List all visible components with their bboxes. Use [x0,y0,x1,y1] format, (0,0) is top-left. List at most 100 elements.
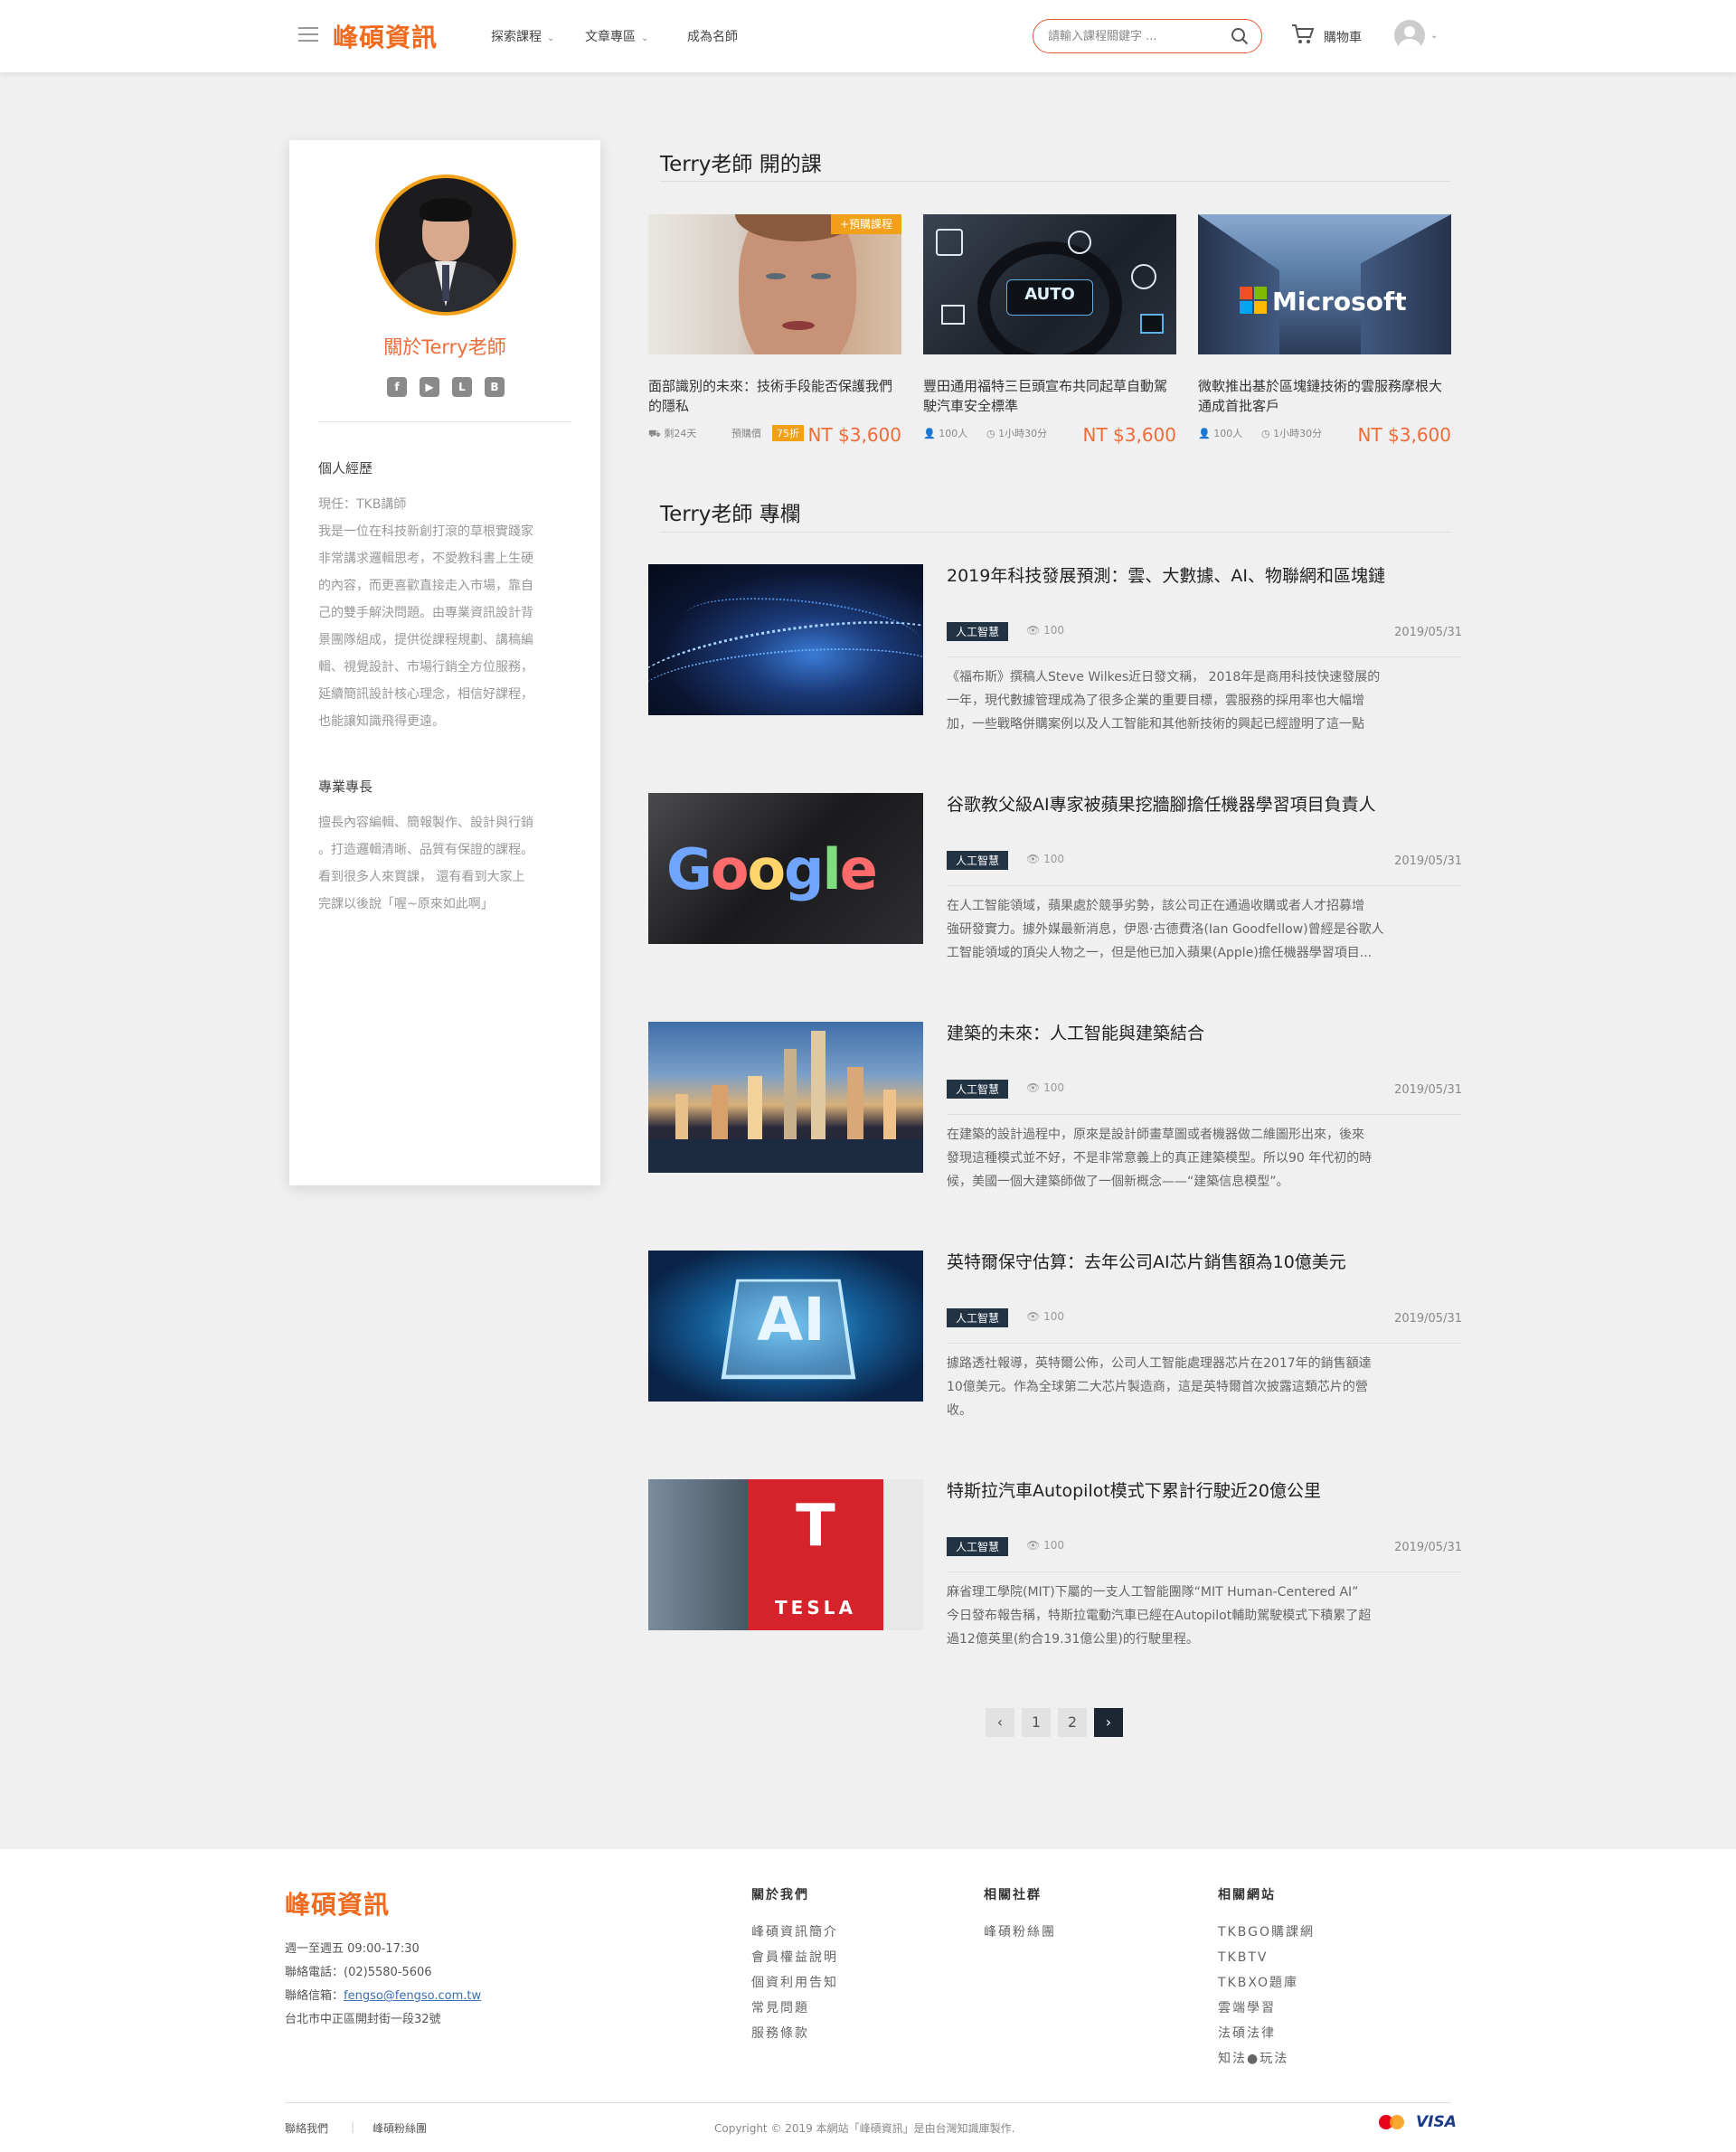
footer-link[interactable]: 雲端學習 [1218,1996,1315,2021]
footer-about-column: 關於我們 峰碩資訊簡介 會員權益說明 個資利用告知 常見問題 服務條款 [751,1885,838,2046]
article-item[interactable]: T TESLA 特斯拉汽車Autopilot模式下累計行駛近20億公里 人工智慧… [648,1477,1462,1647]
skills-heading: 專業專長 [318,779,373,795]
search-icon[interactable] [1231,27,1249,45]
footer-link[interactable]: 服務條款 [751,2021,838,2046]
user-icon: 👤 [923,428,936,439]
footer-link[interactable]: 個資利用告知 [751,1970,838,1996]
course-title[interactable]: 微軟推出基於區塊鏈技術的雲服務摩根大通成首批客戶 [1198,376,1451,416]
view-count: 👁 100 [1026,1539,1064,1552]
footer-link[interactable]: TKBTV [1218,1945,1315,1970]
skills-text: 擅長內容編輯、簡報製作、設計與行銷 。打造邏輯清晰、品質有保證的課程。 看到很多人來… [318,816,533,911]
category-tag[interactable]: 人工智慧 [947,1308,1009,1327]
chevron-down-icon: ⌄ [547,33,555,43]
footer-link[interactable]: 會員權益說明 [751,1945,838,1970]
contact-us-link[interactable]: 聯絡我們 [285,2120,328,2136]
page-button[interactable]: 1 [1022,1708,1051,1737]
prev-page-button[interactable]: ‹ [986,1708,1014,1737]
visa-icon: VISA [1416,2113,1457,2131]
course-meta: 👤 100人 ◷ 1小時30分 NT $3,600 [923,424,1176,446]
search-box [1033,19,1262,53]
category-tag[interactable]: 人工智慧 [947,1537,1009,1556]
ai-chip-text: AI [757,1285,826,1354]
email-link[interactable]: fengso@fengso.com.tw [344,1989,481,2003]
nav-articles[interactable]: 文章專區 ⌄ [585,27,648,45]
footer-brand-logo[interactable]: 峰碩資訊 [285,1885,390,1921]
course-thumbnail[interactable]: Microsoft [1198,214,1451,354]
youtube-icon[interactable]: ▶ [420,377,439,397]
course-card[interactable]: +預購課程 面部識別的未來：技術手段能否保護我們的隱私 ⛟ 剩24天 預購價 7… [648,214,901,448]
divider [318,421,571,422]
footer-link[interactable]: TKBGO購課網 [1218,1920,1315,1945]
course-title[interactable]: 豐田通用福特三巨頭宣布共同起草自動駕駛汽車安全標準 [923,376,1176,416]
course-meta: ⛟ 剩24天 預購價 75折 NT $3,600 [648,424,901,446]
microsoft-logo-text: Microsoft [1272,287,1407,316]
article-title[interactable]: 谷歌教父級AI專家被蘋果挖牆腳擔任機器學習項目負責人 [947,791,1376,816]
article-date: 2019/05/31 [1394,1541,1462,1554]
eye-icon: 👁 [1026,1539,1041,1552]
course-price: NT $3,600 [1357,424,1451,446]
footer-link[interactable]: 法碩法律 [1218,2021,1315,2046]
next-page-button[interactable]: › [1094,1708,1123,1737]
category-tag[interactable]: 人工智慧 [947,622,1009,641]
chevron-down-icon: ⌄ [641,33,649,43]
category-tag[interactable]: 人工智慧 [947,1080,1009,1099]
article-excerpt: 《福布斯》撰稿人Steve Wilkes近日發文稱， 2018年是商用科技快速發… [947,670,1381,731]
line-icon[interactable]: L [452,377,472,397]
tesla-logo-text: TESLA [775,1597,856,1619]
course-title[interactable]: 面部識別的未來：技術手段能否保護我們的隱私 [648,376,901,416]
view-count: 👁 100 [1026,1310,1064,1323]
article-item[interactable]: Google 谷歌教父級AI專家被蘋果挖牆腳擔任機器學習項目負責人 人工智慧 👁… [648,791,1462,960]
article-thumbnail[interactable] [648,1022,923,1173]
divider [947,1343,1462,1344]
footer-link[interactable]: 峰碩粉絲團 [984,1920,1056,1945]
brand-logo[interactable]: 峰碩資訊 [333,18,438,54]
article-item[interactable]: 建築的未來：人工智能與建築結合 人工智慧 👁 100 2019/05/31 在建… [648,1020,1462,1189]
article-title[interactable]: 特斯拉汽車Autopilot模式下累計行駛近20億公里 [947,1477,1321,1502]
article-excerpt: 在建築的設計過程中，原來是設計師畫草圖或者機器做二維圖形出來，後來 發現這種模式並… [947,1128,1373,1189]
preorder-badge: +預購課程 [830,214,901,234]
article-item[interactable]: 2019年科技發展預測：雲、大數據、AI、物聯網和區塊鏈 人工智慧 👁 100 … [648,562,1462,731]
article-thumbnail[interactable]: T TESLA [648,1479,923,1630]
nav-become-teacher[interactable]: 成為名師 [687,27,738,45]
chevron-down-icon[interactable]: ⌄ [1430,31,1438,41]
article-item[interactable]: AI 英特爾保守估算：去年公司AI芯片銷售額為10億美元 人工智慧 👁 100 … [648,1249,1462,1418]
article-thumbnail[interactable] [648,564,923,715]
eye-icon: 👁 [1026,1310,1041,1323]
footer-link[interactable]: 常見問題 [751,1996,838,2021]
footer-community-column: 相關社群 峰碩粉絲團 [984,1885,1056,1945]
eye-icon: 👁 [1026,1081,1041,1094]
page-button[interactable]: 2 [1058,1708,1087,1737]
courses-section-title: Terry老師 開的課 [660,153,822,176]
copyright-text: Copyright © 2019 本網站「峰碩資訊」是由台灣知識庫製作. [714,2122,1015,2135]
cart-link[interactable]: 購物車 [1324,28,1362,46]
article-date: 2019/05/31 [1394,1083,1462,1097]
article-title[interactable]: 2019年科技發展預測：雲、大數據、AI、物聯網和區塊鏈 [947,562,1385,587]
article-date: 2019/05/31 [1394,1312,1462,1326]
resume-heading: 個人經歷 [318,460,373,477]
nav-explore-courses[interactable]: 探索課程 ⌄ [491,27,554,45]
user-avatar[interactable] [1394,20,1425,51]
course-thumbnail[interactable]: +預購課程 [648,214,901,354]
cart-icon[interactable] [1291,24,1315,45]
fanpage-link[interactable]: 峰碩粉絲團 [373,2120,427,2136]
search-input[interactable] [1048,27,1220,45]
article-thumbnail[interactable]: AI [648,1251,923,1402]
article-thumbnail[interactable]: Google [648,793,923,944]
hamburger-menu-icon[interactable] [298,27,318,43]
footer-link[interactable]: 峰碩資訊簡介 [751,1920,838,1945]
footer-link[interactable]: TKBXO題庫 [1218,1970,1315,1996]
view-count: 👁 100 [1026,853,1064,865]
course-card[interactable]: Microsoft 微軟推出基於區塊鏈技術的雲服務摩根大通成首批客戶 👤 100… [1198,214,1451,448]
article-title[interactable]: 建築的未來：人工智能與建築結合 [947,1020,1204,1044]
divider [285,2102,1451,2103]
divider: | [351,2120,355,2133]
article-title[interactable]: 英特爾保守估算：去年公司AI芯片銷售額為10億美元 [947,1249,1346,1273]
footer-link[interactable]: 知法●玩法 [1218,2046,1315,2072]
course-card[interactable]: AUTO 豐田通用福特三巨頭宣布共同起草自動駕駛汽車安全標準 👤 100人 ◷ … [923,214,1176,448]
facebook-icon[interactable]: f [387,377,407,397]
course-thumbnail[interactable]: AUTO [923,214,1176,354]
site-footer: 峰碩資訊 週一至週五 09:00-17:30 聯絡電話：(02)5580-560… [0,1849,1736,2152]
blog-icon[interactable]: B [485,377,505,397]
category-tag[interactable]: 人工智慧 [947,851,1009,870]
course-meta: 👤 100人 ◷ 1小時30分 NT $3,600 [1198,424,1451,446]
